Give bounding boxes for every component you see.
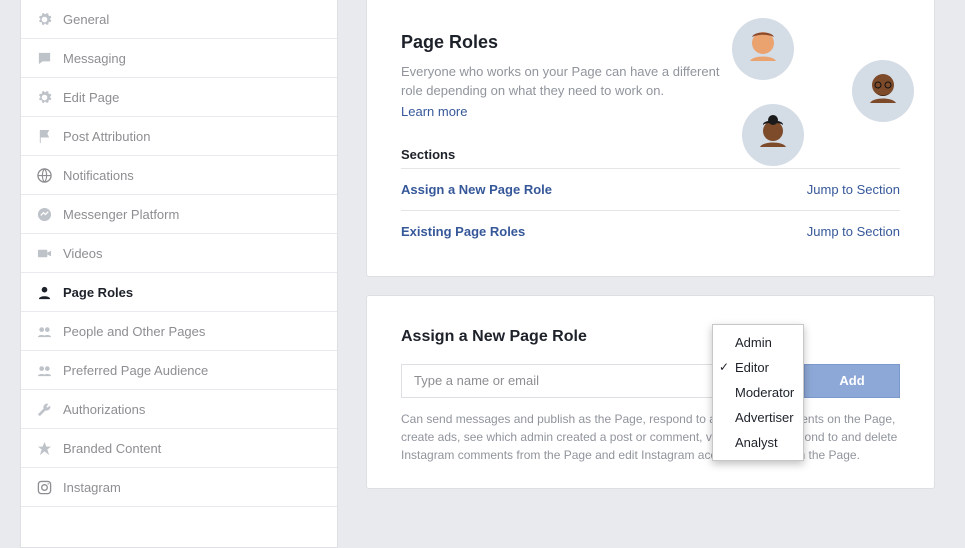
video-icon — [35, 244, 53, 262]
flag-icon — [35, 127, 53, 145]
wrench-icon — [35, 400, 53, 418]
sidebar-item-people-and-other-pages[interactable]: People and Other Pages — [21, 312, 337, 351]
people-icon — [35, 361, 53, 379]
gear-icon — [35, 88, 53, 106]
sidebar-item-notifications[interactable]: Notifications — [21, 156, 337, 195]
sidebar-item-label: General — [63, 12, 323, 27]
sidebar-item-label: People and Other Pages — [63, 324, 323, 339]
sidebar-item-general[interactable]: General — [21, 0, 337, 39]
sidebar-item-edit-page[interactable]: Edit Page — [21, 78, 337, 117]
person-icon — [35, 283, 53, 301]
msg-icon — [35, 205, 53, 223]
star-icon — [35, 439, 53, 457]
sidebar-item-messaging[interactable]: Messaging — [21, 39, 337, 78]
role-option-editor[interactable]: Editor — [713, 355, 803, 380]
sidebar-item-label: Preferred Page Audience — [63, 363, 323, 378]
role-option-moderator[interactable]: Moderator — [713, 380, 803, 405]
avatar-cluster — [724, 12, 914, 182]
sidebar-item-videos[interactable]: Videos — [21, 234, 337, 273]
sidebar-item-post-attribution[interactable]: Post Attribution — [21, 117, 337, 156]
role-option-admin[interactable]: Admin — [713, 330, 803, 355]
sidebar-item-label: Post Attribution — [63, 129, 323, 144]
sidebar-item-label: Videos — [63, 246, 323, 261]
sidebar-item-label: Messaging — [63, 51, 323, 66]
avatar — [852, 60, 914, 122]
section-row: Existing Page Roles Jump to Section — [401, 210, 900, 252]
instagram-icon — [35, 478, 53, 496]
sidebar-item-label: Page Roles — [63, 285, 323, 300]
avatar — [732, 18, 794, 80]
sidebar-item-authorizations[interactable]: Authorizations — [21, 390, 337, 429]
page-description: Everyone who works on your Page can have… — [401, 63, 741, 101]
chat-icon — [35, 49, 53, 67]
sidebar-item-label: Branded Content — [63, 441, 323, 456]
name-email-input[interactable] — [401, 364, 720, 398]
assign-role-title: Assign a New Page Role — [401, 328, 900, 346]
section-link[interactable]: Assign a New Page Role — [401, 182, 552, 197]
settings-sidebar: General Messaging Edit Page Post Attributio… — [20, 0, 338, 548]
people-icon — [35, 322, 53, 340]
role-helper-text: Can send messages and publish as the Pag… — [401, 410, 900, 464]
globe-icon — [35, 166, 53, 184]
page-roles-summary-card: Page Roles Everyone who works on your Pa… — [366, 0, 935, 277]
role-dropdown: AdminEditorModeratorAdvertiserAnalyst — [712, 324, 804, 461]
sidebar-item-branded-content[interactable]: Branded Content — [21, 429, 337, 468]
sidebar-item-instagram[interactable]: Instagram — [21, 468, 337, 507]
assign-role-card: Assign a New Page Role Add AdminEditorMo… — [366, 295, 935, 489]
sidebar-item-label: Messenger Platform — [63, 207, 323, 222]
jump-to-section-link[interactable]: Jump to Section — [807, 182, 900, 197]
jump-to-section-link[interactable]: Jump to Section — [807, 224, 900, 239]
sidebar-item-label: Authorizations — [63, 402, 323, 417]
gear-icon — [35, 10, 53, 28]
avatar — [742, 104, 804, 166]
sidebar-item-label: Edit Page — [63, 90, 323, 105]
sidebar-item-messenger-platform[interactable]: Messenger Platform — [21, 195, 337, 234]
sidebar-item-label: Instagram — [63, 480, 323, 495]
role-option-advertiser[interactable]: Advertiser — [713, 405, 803, 430]
section-link[interactable]: Existing Page Roles — [401, 224, 525, 239]
add-button[interactable]: Add — [804, 364, 900, 398]
sidebar-item-label: Notifications — [63, 168, 323, 183]
role-option-analyst[interactable]: Analyst — [713, 430, 803, 455]
sidebar-item-preferred-page-audience[interactable]: Preferred Page Audience — [21, 351, 337, 390]
sidebar-item-page-roles[interactable]: Page Roles — [21, 273, 337, 312]
